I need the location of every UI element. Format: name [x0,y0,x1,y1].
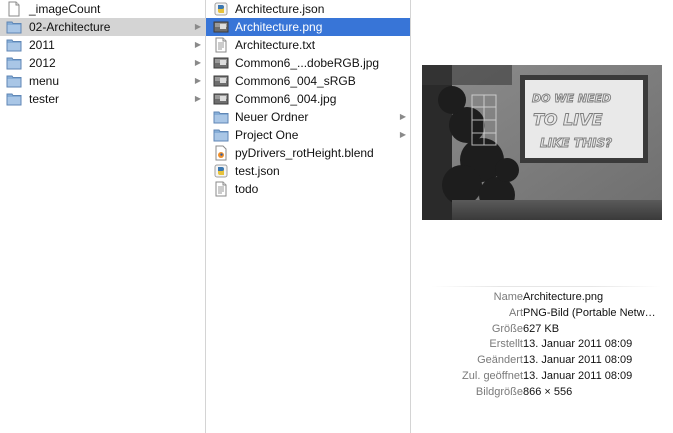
image-preview: DO WE NEED TO LIVE LIKE THIS? [422,65,662,220]
info-key: Art [508,306,523,319]
text-document-icon [213,37,229,53]
column-2-item-label: Architecture.png [235,20,323,34]
column-1-item[interactable]: 02-Architecture ▶ [0,18,205,36]
python-file-icon [213,1,229,17]
disclosure-arrow-icon: ▶ [194,94,201,103]
column-1-item[interactable]: 2012 ▶ [0,54,205,72]
image-thumbnail-icon [213,91,229,107]
disclosure-arrow-icon: ▶ [194,58,201,67]
folder-icon [213,127,229,143]
info-key: Zul. geöffnet [462,370,523,382]
blend-file-icon [213,145,229,161]
folder-icon [213,109,229,125]
column-2-item[interactable]: Common6_004.jpg [206,90,410,108]
preview-column: DO WE NEED TO LIVE LIKE THIS? Name Archit… [411,0,673,433]
image-thumbnail-icon [213,73,229,89]
disclosure-arrow-icon: ▶ [399,112,406,121]
column-2-item-label: todo [235,182,259,196]
column-2-item[interactable]: pyDrivers_rotHeight.blend [206,144,410,162]
info-value: Architecture.png [523,291,604,303]
folder-icon [6,55,22,71]
disclosure-arrow-icon: ▶ [399,130,406,139]
column-2-item-label: Common6_004.jpg [235,92,337,106]
info-divider [431,286,661,287]
info-value: 13. Januar 2011 08:09 [523,338,633,351]
info-row: Geändert 13. Januar 2011 08:09 [411,354,673,370]
disclosure-arrow-icon: ▶ [194,22,201,31]
folder-icon [6,37,22,53]
info-row: Erstellt 13. Januar 2011 08:09 [411,338,673,354]
column-1-item[interactable]: _imageCount [0,0,205,18]
disclosure-arrow-icon: ▶ [194,40,201,49]
sign-line-2: TO LIVE [533,110,603,129]
column-2-item[interactable]: Common6_...dobeRGB.jpg [206,54,410,72]
column-2-item[interactable]: todo [206,180,410,198]
sign-line-1: DO WE NEED [532,92,611,105]
info-value: 866 × 556 [523,385,573,398]
column-1-item[interactable]: menu ▶ [0,72,205,90]
column-1-item-label: tester [29,92,60,106]
info-key: Geändert [477,354,523,367]
column-2-item-label: Common6_...dobeRGB.jpg [235,56,380,70]
info-key: Größe [491,322,523,335]
column-1-item[interactable]: 2011 ▶ [0,36,205,54]
column-browser: _imageCount 02-Architecture ▶ 2011 ▶ 2012 ▶ men… [0,0,673,433]
info-key: Erstellt [489,338,523,351]
column-2-item[interactable]: Architecture.json [206,0,410,18]
column-2-item-label: Neuer Ordner [235,110,309,124]
folder-icon [6,19,22,35]
info-row: Bildgröße 866 × 556 [411,386,673,402]
image-thumbnail-icon [213,19,229,35]
disclosure-arrow-icon: ▶ [194,76,201,85]
column-1-item-label: menu [29,74,60,88]
column-2-item[interactable]: Common6_004_sRGB [206,72,410,90]
info-key: Name [493,291,523,303]
column-2-item[interactable]: Architecture.png [206,18,410,36]
info-value: 627 KB [523,322,560,335]
info-row: Name Architecture.png [411,291,673,307]
info-value: 13. Januar 2011 08:09 [523,354,633,367]
info-row: Art PNG-Bild (Portable Netw… [411,307,673,323]
info-value: 13. Januar 2011 08:09 [523,370,633,382]
column-2-item[interactable]: Architecture.txt [206,36,410,54]
column-2-item-label: Common6_004_sRGB [235,74,356,88]
column-2-item[interactable]: Project One ▶ [206,126,410,144]
column-1-item-label: 2011 [29,38,55,52]
column-1[interactable]: _imageCount 02-Architecture ▶ 2011 ▶ 2012 ▶ men… [0,0,206,433]
column-2-item-label: Architecture.txt [235,38,316,52]
info-key: Bildgröße [475,385,523,398]
document-icon [6,1,22,17]
column-2-item-label: pyDrivers_rotHeight.blend [235,146,374,160]
column-2-item[interactable]: test.json [206,162,410,180]
image-thumbnail-icon [213,55,229,71]
sign-line-3: LIKE THIS? [540,136,612,150]
folder-icon [6,73,22,89]
python-file-icon [213,163,229,179]
info-value: PNG-Bild (Portable Netw… [523,306,656,319]
text-document-icon [213,181,229,197]
folder-icon [6,91,22,107]
column-2-item-label: Project One [235,128,299,142]
column-1-item[interactable]: tester ▶ [0,90,205,108]
column-2-item-label: test.json [235,164,280,178]
info-row: Zul. geöffnet 13. Januar 2011 08:09 [411,370,673,386]
column-1-item-label: _imageCount [29,2,101,16]
column-2[interactable]: Architecture.json Architecture.png Archite… [206,0,411,433]
column-2-item-label: Architecture.json [235,2,325,16]
column-2-item[interactable]: Neuer Ordner ▶ [206,108,410,126]
column-1-item-label: 2012 [29,56,56,70]
column-1-item-label: 02-Architecture [29,20,111,34]
info-row: Größe 627 KB [411,323,673,339]
